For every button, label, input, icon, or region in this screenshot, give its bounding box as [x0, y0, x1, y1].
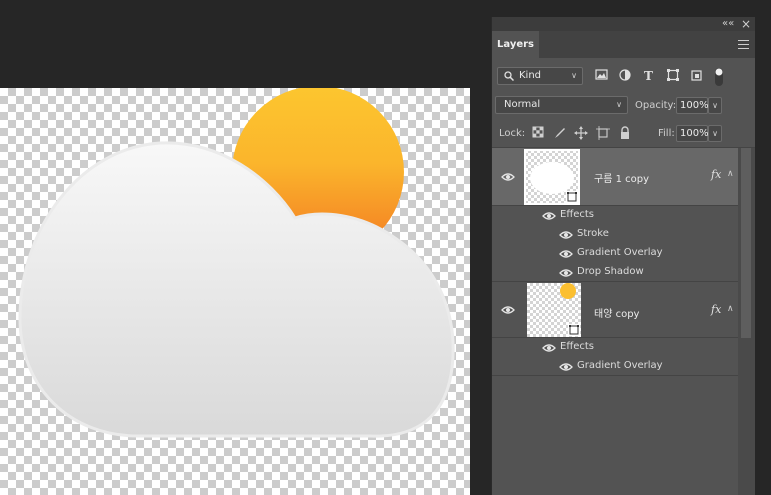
layer-effects-fx-icon[interactable]: fx [711, 168, 721, 181]
tab-layers[interactable]: Layers [492, 31, 539, 58]
document-canvas[interactable] [0, 88, 470, 495]
layer-list-scrollbar[interactable] [738, 148, 755, 495]
search-icon [504, 71, 514, 81]
visibility-eye-icon[interactable] [559, 268, 573, 278]
effect-row-stroke[interactable]: Stroke [492, 225, 738, 244]
smart-object-badge-icon [568, 324, 580, 336]
effect-row-drop-shadow[interactable]: Drop Shadow [492, 263, 738, 282]
effects-header-row[interactable]: Effects [492, 206, 738, 225]
effect-row-gradient-overlay[interactable]: Gradient Overlay [492, 244, 738, 263]
effect-label: Drop Shadow [577, 266, 644, 277]
filter-kind-dropdown[interactable]: Kind ∨ [497, 67, 583, 85]
visibility-eye-icon[interactable] [501, 172, 515, 182]
panel-tab-bar: Layers [492, 31, 755, 58]
smart-object-filter-icon[interactable] [690, 68, 704, 82]
effects-label: Effects [560, 209, 594, 220]
blend-row: Normal ∨ Opacity: 100% ∨ [492, 95, 755, 117]
expand-effects-chevron-icon[interactable]: ∧ [727, 304, 734, 314]
blend-mode-dropdown[interactable]: Normal ∨ [495, 96, 628, 114]
effect-label: Stroke [577, 228, 609, 239]
expand-effects-chevron-icon[interactable]: ∧ [727, 169, 734, 179]
effects-header-row[interactable]: Effects [492, 338, 738, 357]
effect-label: Gradient Overlay [577, 247, 663, 258]
hamburger-menu-icon[interactable] [738, 37, 749, 51]
lock-row: Lock: Fill: 100% ∨ [492, 121, 755, 145]
layer-row[interactable]: 태양 copy fx ∧ [492, 283, 738, 338]
opacity-label: Opacity: [635, 100, 677, 111]
panel-title-bar: «« × [492, 17, 755, 31]
layer-thumbnail[interactable] [524, 149, 580, 205]
artboard-nesting-icon[interactable] [596, 126, 610, 140]
layer-name[interactable]: 태양 copy [594, 305, 639, 320]
scrollbar-thumb[interactable] [741, 148, 751, 338]
opacity-input[interactable]: 100% [676, 97, 709, 114]
image-filter-icon[interactable] [595, 68, 609, 82]
lock-position-icon[interactable] [574, 126, 588, 140]
layer-thumbnail[interactable] [527, 283, 581, 337]
effects-label: Effects [560, 341, 594, 352]
filter-toggle-switch[interactable] [714, 67, 724, 87]
chevron-down-icon: ∨ [571, 71, 577, 80]
svg-text:T: T [644, 69, 653, 82]
adjustment-filter-icon[interactable] [618, 68, 632, 82]
filter-kind-value: Kind [519, 70, 542, 81]
visibility-eye-icon[interactable] [501, 305, 515, 315]
layers-panel: «« × Layers Kind ∨ T Normal ∨ Opacity: 1… [491, 17, 755, 495]
fill-label: Fill: [658, 128, 675, 139]
visibility-eye-icon[interactable] [542, 211, 556, 221]
shape-filter-icon[interactable] [666, 68, 680, 82]
fill-input[interactable]: 100% [676, 125, 709, 142]
effect-row-gradient-overlay[interactable]: Gradient Overlay [492, 357, 738, 376]
visibility-eye-icon[interactable] [542, 343, 556, 353]
lock-transparent-pixels-icon[interactable] [532, 126, 546, 140]
visibility-eye-icon[interactable] [559, 362, 573, 372]
visibility-eye-icon[interactable] [559, 230, 573, 240]
chevron-down-icon: ∨ [616, 100, 622, 109]
layer-row[interactable]: 구름 1 copy fx ∧ [492, 148, 738, 206]
blend-mode-value: Normal [504, 99, 541, 110]
lock-all-icon[interactable] [618, 126, 632, 140]
visibility-eye-icon[interactable] [559, 249, 573, 259]
cloud-sun-artwork [18, 88, 455, 438]
lock-image-pixels-icon[interactable] [553, 126, 567, 140]
type-filter-icon[interactable]: T [642, 68, 656, 82]
smart-object-badge-icon [566, 191, 578, 203]
close-panel-button[interactable]: × [741, 17, 751, 31]
fill-slider-toggle[interactable]: ∨ [708, 125, 722, 142]
layer-effects-fx-icon[interactable]: fx [711, 303, 721, 316]
layer-list: 구름 1 copy fx ∧ Effects Stroke Gradient O… [492, 148, 738, 495]
opacity-slider-toggle[interactable]: ∨ [708, 97, 722, 114]
filter-row: Kind ∨ T [492, 65, 755, 89]
layer-name[interactable]: 구름 1 copy [594, 170, 649, 185]
effect-label: Gradient Overlay [577, 360, 663, 371]
collapse-panel-button[interactable]: «« [722, 17, 734, 31]
lock-label: Lock: [499, 128, 526, 139]
